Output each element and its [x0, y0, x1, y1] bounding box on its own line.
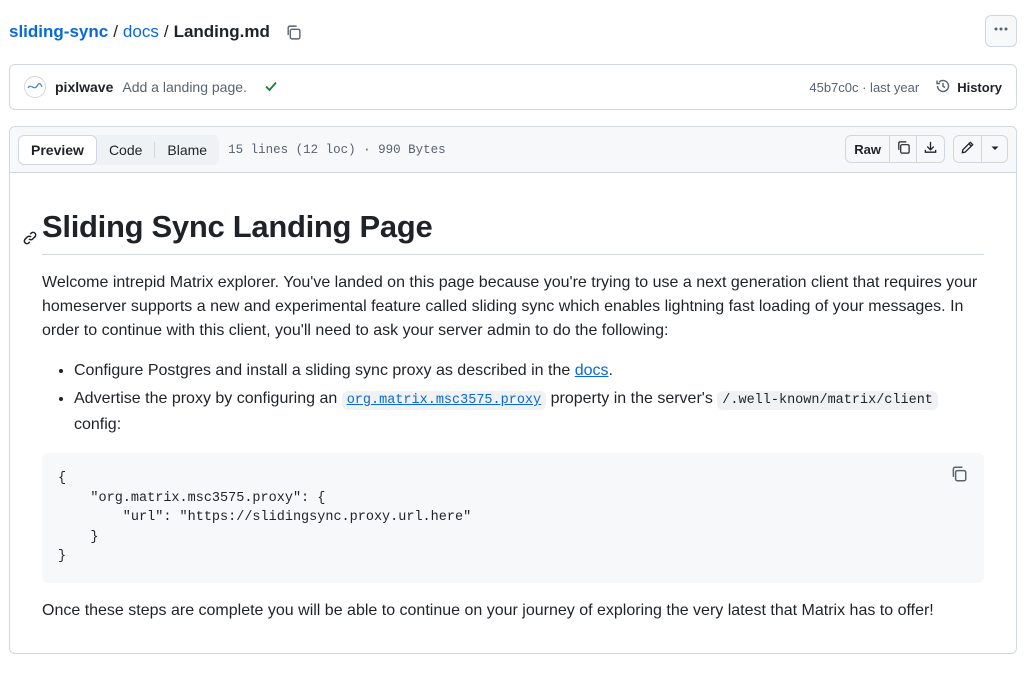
bullet1-end: . — [608, 362, 613, 379]
copy-raw-button[interactable] — [890, 136, 917, 162]
markdown-body: Sliding Sync Landing Page Welcome intrep… — [23, 209, 984, 623]
more-options-button[interactable] — [985, 15, 1017, 47]
code-block: { "org.matrix.msc3575.proxy": { "url": "… — [42, 453, 984, 583]
check-icon[interactable] — [263, 78, 279, 97]
raw-button[interactable]: Raw — [846, 136, 890, 162]
list-item: Configure Postgres and install a sliding… — [74, 359, 984, 383]
file-header: Preview Code Blame 15 lines (12 loc) · 9… — [10, 127, 1016, 173]
chevron-down-icon — [989, 142, 1001, 157]
copy-icon — [896, 140, 911, 158]
copy-path-icon[interactable] — [284, 22, 304, 42]
commit-sha-time[interactable]: 45b7c0c · last year — [809, 80, 919, 95]
breadcrumb-separator: / — [163, 22, 169, 41]
link-icon[interactable] — [22, 218, 38, 245]
raw-actions-group: Raw — [845, 135, 945, 163]
edit-button[interactable] — [954, 136, 982, 162]
download-icon — [923, 140, 938, 158]
bullet2-mid: property in the server's — [546, 390, 718, 407]
tab-code[interactable]: Code — [97, 135, 154, 165]
tab-preview[interactable]: Preview — [18, 134, 97, 165]
pencil-icon — [960, 140, 975, 158]
bullet2-end: config: — [74, 416, 122, 433]
breadcrumb-dir-link[interactable]: docs — [123, 22, 159, 42]
kebab-icon — [993, 21, 1009, 42]
intro-paragraph: Welcome intrepid Matrix explorer. You've… — [42, 274, 978, 339]
breadcrumb: sliding-sync / docs / Landing.md — [9, 18, 304, 46]
bullet2-text: Advertise the proxy by configuring an — [74, 390, 342, 407]
edit-dropdown-button[interactable] — [982, 136, 1007, 162]
proxy-property-link[interactable]: org.matrix.msc3575.proxy — [341, 391, 547, 410]
latest-commit-bar: pixlwave Add a landing page. 45b7c0c · l… — [9, 64, 1017, 110]
history-label: History — [957, 79, 1002, 95]
history-button[interactable]: History — [935, 78, 1002, 97]
avatar[interactable] — [24, 76, 46, 98]
copy-code-icon[interactable] — [950, 465, 970, 485]
commit-message[interactable]: Add a landing page. — [122, 79, 247, 95]
commit-author[interactable]: pixlwave — [55, 79, 113, 95]
tab-blame[interactable]: Blame — [155, 135, 219, 165]
file-viewer: Preview Code Blame 15 lines (12 loc) · 9… — [9, 126, 1017, 654]
bullet1-text: Configure Postgres and install a sliding… — [74, 362, 575, 379]
breadcrumb-file-name: Landing.md — [173, 22, 270, 41]
breadcrumb-repo-link[interactable]: sliding-sync — [9, 22, 108, 42]
edit-actions-group — [953, 135, 1008, 163]
file-meta: 15 lines (12 loc) · 990 Bytes — [228, 142, 446, 157]
history-icon — [935, 78, 957, 97]
page-title-text: Sliding Sync Landing Page — [42, 209, 433, 244]
view-mode-tabs: Preview Code Blame — [18, 134, 220, 165]
docs-link[interactable]: docs — [575, 362, 609, 379]
breadcrumb-separator: / — [113, 22, 118, 41]
outro-paragraph: Once these steps are complete you will b… — [42, 602, 934, 619]
steps-list: Configure Postgres and install a sliding… — [42, 359, 984, 437]
well-known-path-code: /.well-known/matrix/client — [717, 391, 938, 410]
download-button[interactable] — [917, 136, 944, 162]
code-block-text: { "org.matrix.msc3575.proxy": { "url": "… — [58, 471, 472, 564]
page-title: Sliding Sync Landing Page — [23, 209, 984, 255]
list-item: Advertise the proxy by configuring an or… — [74, 387, 984, 437]
